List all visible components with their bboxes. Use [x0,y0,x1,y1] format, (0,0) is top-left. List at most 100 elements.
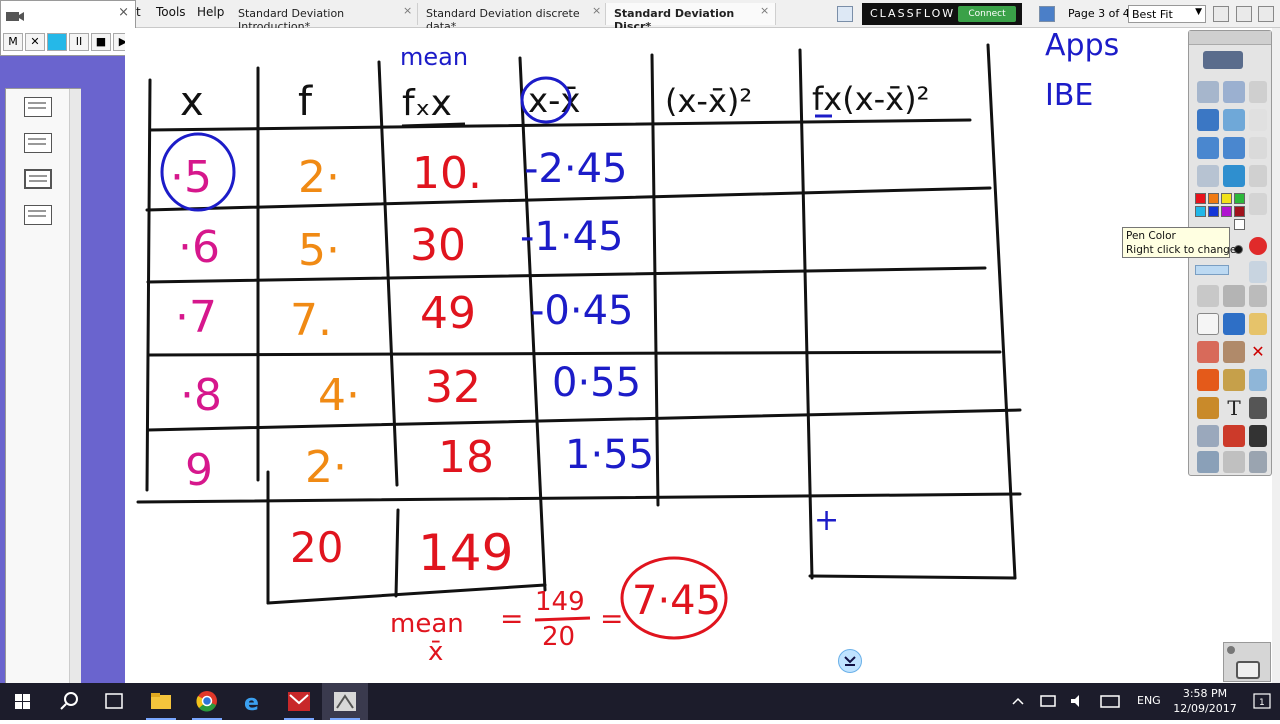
yellow-swatch[interactable] [1221,193,1232,204]
connector-icon[interactable] [1223,369,1245,391]
highlighter-icon[interactable] [1223,313,1245,335]
delete-icon[interactable] [1249,237,1267,255]
notes-icon[interactable] [837,6,853,22]
zoom-select[interactable]: Best Fit ▼ [1128,5,1206,23]
scissors-icon[interactable] [1249,165,1267,187]
reset-icon[interactable] [1197,165,1219,187]
trash-panel[interactable] [1223,642,1271,682]
next-page-icon[interactable] [1223,137,1245,159]
volume-icon[interactable] [1063,683,1093,720]
tab-close-icon[interactable]: × [592,4,601,17]
tab-close-icon[interactable]: × [403,4,412,17]
copy-icon[interactable] [1249,193,1267,215]
mail-app-icon[interactable] [276,683,322,720]
page-thumbnail-3[interactable] [24,169,52,189]
camera-icon[interactable] [1223,109,1245,131]
green-swatch[interactable] [1234,193,1245,204]
recorder-cancel-button[interactable]: ✕ [25,33,45,51]
cyan-swatch[interactable] [1195,206,1206,217]
recorder-camera-icon [6,12,24,21]
reset-page-icon[interactable] [1223,425,1245,447]
activinspire-icon[interactable] [322,683,368,720]
fx-underline [401,122,466,128]
eraser-icon[interactable] [1197,341,1219,363]
red-swatch[interactable] [1195,193,1206,204]
row3-x: ·7 [175,292,217,343]
tab-sd-discrete-data[interactable]: Standard Deviation discrete data* [418,3,606,33]
keyboard-icon[interactable] [1093,683,1127,720]
close-icon[interactable]: ✕ [1249,341,1267,363]
window-restore-icon[interactable] [1236,6,1252,22]
system-clock[interactable]: 3:58 PM 12/09/2017 [1170,686,1240,716]
clock-time: 3:58 PM [1182,687,1228,700]
page-thumbnail-1[interactable] [24,97,52,117]
dual-screen-icon[interactable] [1258,6,1274,22]
windows-start-icon[interactable] [0,683,46,720]
ie-icon[interactable]: e [230,683,276,720]
pen-tool-icon[interactable] [1197,313,1219,335]
browsers-icon[interactable] [1223,81,1245,103]
select-tool-icon[interactable] [1197,285,1219,307]
white-swatch[interactable] [1234,219,1245,230]
tool-icon[interactable] [1249,369,1267,391]
globe-icon[interactable] [1223,165,1245,187]
clear-icon[interactable] [1197,425,1219,447]
tools-icon[interactable] [1223,285,1245,307]
col-header-x: x [180,79,204,125]
undo-icon[interactable] [1197,451,1219,473]
recorder-pause-button[interactable]: II [69,33,89,51]
purple-swatch[interactable] [1221,206,1232,217]
search-icon[interactable] [46,683,92,720]
recorder-record-button[interactable] [47,33,67,51]
tool-icon[interactable] [1249,137,1267,159]
menu-tools[interactable]: Tools [156,5,186,19]
chrome-icon[interactable] [184,683,230,720]
toolbox-arrow-icon[interactable] [1203,51,1243,69]
fill-icon[interactable] [1223,341,1245,363]
chevron-up-icon[interactable] [1003,683,1033,720]
page-thumbnail-4[interactable] [24,205,52,225]
connect-button[interactable]: Connect [958,6,1016,22]
formula-denominator: 20 [542,622,575,652]
tab-sd-introduction[interactable]: Standard Deviation Introduction* [230,3,418,33]
panel-close-icon[interactable] [1227,646,1235,654]
task-view-icon[interactable] [92,683,138,720]
shape-tool-icon[interactable] [1197,369,1219,391]
page-thumbnail-2[interactable] [24,133,52,153]
notifications-icon[interactable]: 1 [1244,683,1280,720]
flipchart-icon[interactable] [1197,109,1219,131]
menu-item-t[interactable]: t [136,5,141,19]
recorder-stop-button[interactable]: ■ [91,33,111,51]
camera-tool-icon[interactable] [1249,425,1267,447]
magic-ink-icon[interactable] [1197,397,1219,419]
col-header-deviation: x-x̄ [528,81,581,121]
tool-icon[interactable] [1249,109,1267,131]
tool-icon[interactable] [1249,397,1267,419]
tool-icon[interactable] [1249,261,1267,283]
tool-icon[interactable] [1249,451,1267,473]
menu-help[interactable]: Help [197,5,224,19]
recorder-close-icon[interactable]: × [118,5,129,20]
redo-icon[interactable] [1223,451,1245,473]
tool-icon[interactable] [1249,313,1267,335]
text-tool-icon[interactable]: T [1223,397,1245,419]
network-icon[interactable] [1033,683,1063,720]
thumbnail-scrollbar[interactable] [69,89,81,709]
dashboard-icon[interactable] [1039,6,1055,22]
page-scroll-down-button[interactable] [838,649,862,673]
blue-swatch[interactable] [1208,206,1219,217]
file-explorer-icon[interactable] [138,683,184,720]
previous-page-icon[interactable] [1197,137,1219,159]
pen-width-slider[interactable] [1195,265,1229,275]
tab-close-icon[interactable]: × [760,4,769,17]
dark-red-swatch[interactable] [1234,206,1245,217]
main-menu-icon[interactable] [1197,81,1219,103]
recorder-menu-button[interactable]: M [3,33,23,51]
flipchart-canvas[interactable]: mean x f fₓx x-x̄ (x-x̄)² fx(x-x̄)² Apps… [125,28,1230,683]
orange-swatch[interactable] [1208,193,1219,204]
tool-icon[interactable] [1249,81,1267,103]
tab-sd-discr-active[interactable]: Standard Deviation Discr* [606,3,776,33]
print-icon[interactable] [1249,285,1267,307]
language-indicator[interactable]: ENG [1137,694,1161,707]
fullscreen-icon[interactable] [1213,6,1229,22]
